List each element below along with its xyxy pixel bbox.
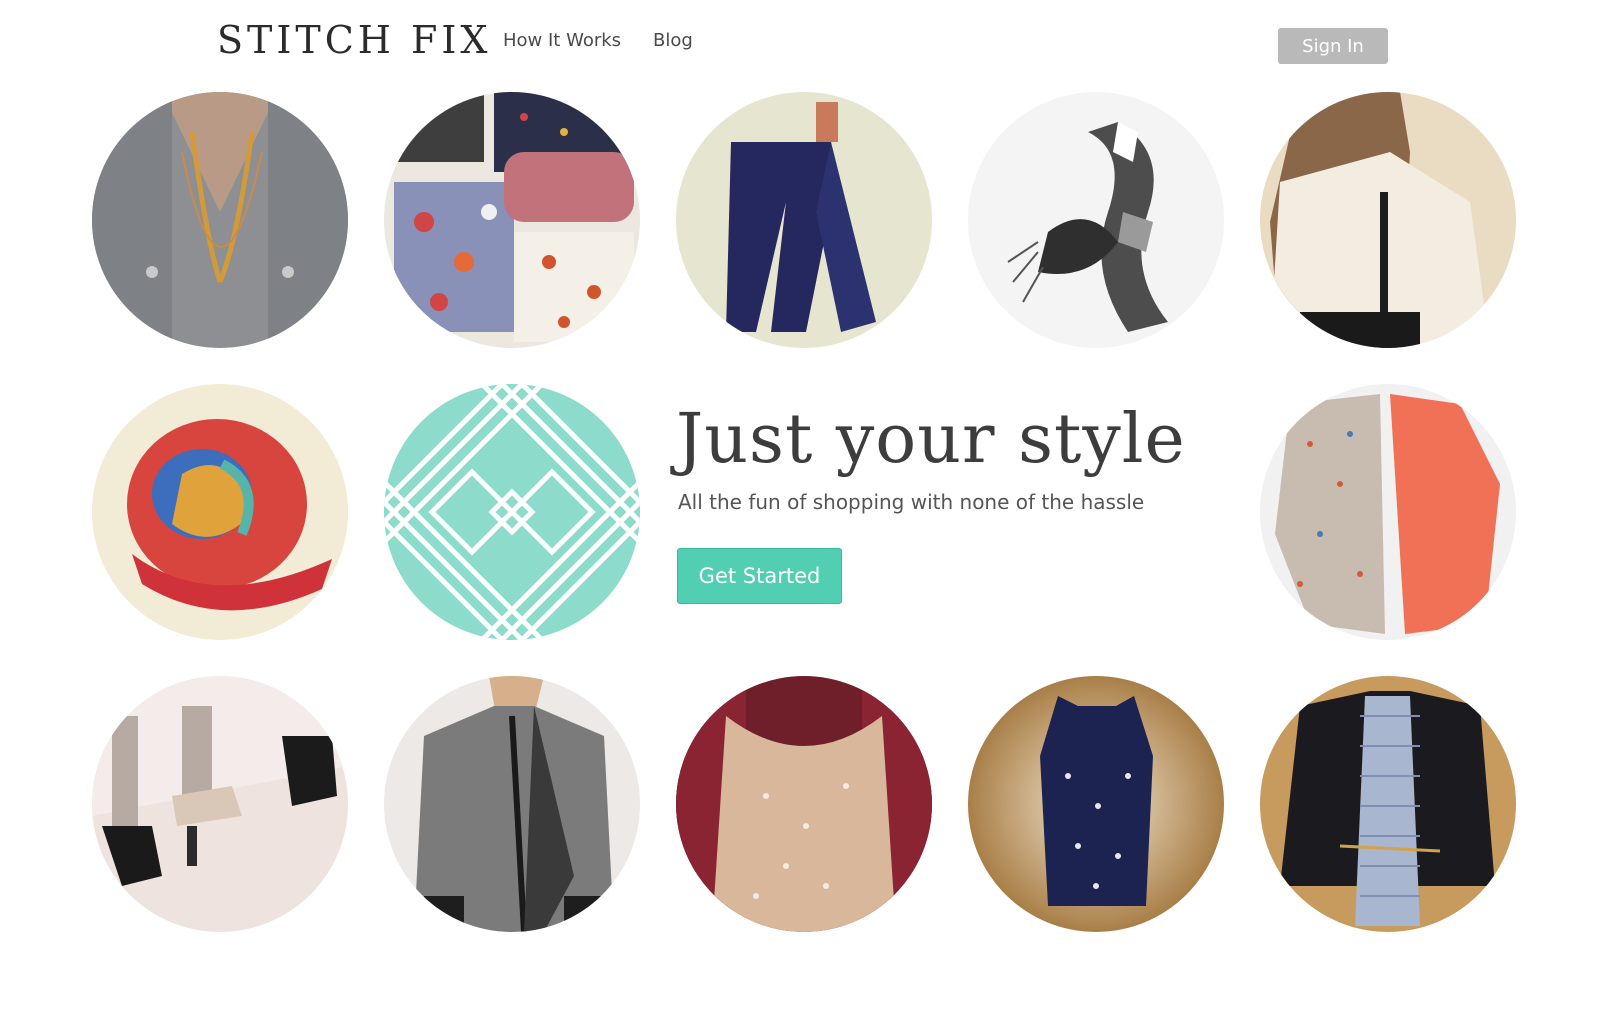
nav-blog[interactable]: Blog	[653, 30, 693, 51]
photo-chambray-shirt-necklace	[92, 92, 348, 348]
photo-grey-jacket	[384, 676, 640, 932]
photo-cream-blouse	[1260, 92, 1516, 348]
photo-polka-tank	[968, 676, 1224, 932]
sign-in-button[interactable]: Sign In	[1278, 28, 1388, 64]
photo-jeans	[676, 92, 932, 348]
hero-title: Just your style	[676, 400, 1186, 479]
hero-subtitle: All the fun of shopping with none of the…	[678, 490, 1145, 514]
logo-pattern-mark	[384, 384, 640, 640]
photo-blazer-gingham	[1260, 676, 1516, 932]
photo-floral-prints	[384, 92, 640, 348]
nav-how-it-works[interactable]: How It Works	[503, 30, 621, 51]
photo-heels	[92, 676, 348, 932]
photo-colorful-scarf	[92, 384, 348, 640]
site-header: STITCH FIX How It Works Blog Sign In	[0, 0, 1600, 90]
get-started-button[interactable]: Get Started	[677, 548, 842, 604]
photo-plaid-scarf	[968, 92, 1224, 348]
site-logo[interactable]: STITCH FIX	[217, 18, 491, 62]
photo-polka-blouses	[1260, 384, 1516, 640]
photo-dotted-scarf	[676, 676, 932, 932]
